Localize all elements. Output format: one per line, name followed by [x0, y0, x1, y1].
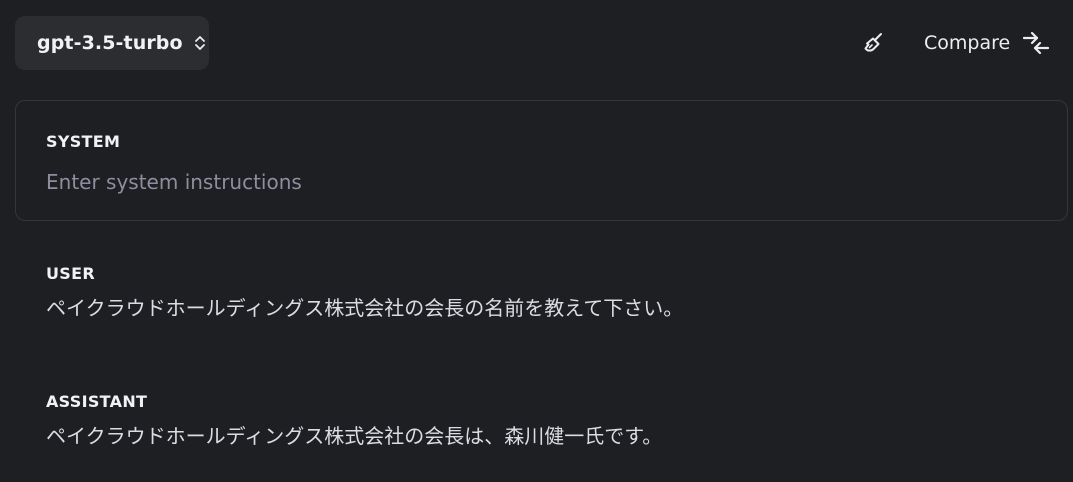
model-selector[interactable]: gpt-3.5-turbo	[15, 16, 209, 70]
chevron-up-down-icon	[194, 36, 205, 50]
user-message[interactable]: USER ペイクラウドホールディングス株式会社の会長の名前を教えて下さい。	[46, 264, 1046, 324]
user-message-content[interactable]: ペイクラウドホールディングス株式会社の会長の名前を教えて下さい。	[46, 292, 1046, 324]
compare-button[interactable]: Compare	[924, 26, 1050, 60]
top-toolbar: gpt-3.5-turbo Compare	[0, 0, 1073, 86]
broom-icon	[864, 33, 882, 52]
model-label: gpt-3.5-turbo	[37, 32, 183, 54]
system-instructions-input[interactable]	[46, 165, 1026, 199]
user-role-label[interactable]: USER	[46, 264, 1046, 284]
system-label: SYSTEM	[46, 132, 121, 151]
assistant-message[interactable]: ASSISTANT ペイクラウドホールディングス株式会社の会長は、森川健一氏です…	[46, 392, 1046, 452]
compare-arrows-icon	[1023, 31, 1050, 55]
clear-conversation-button[interactable]	[859, 28, 889, 58]
system-message-card[interactable]: SYSTEM	[15, 100, 1068, 221]
assistant-role-label[interactable]: ASSISTANT	[46, 392, 1046, 412]
compare-label: Compare	[924, 32, 1011, 54]
assistant-message-content[interactable]: ペイクラウドホールディングス株式会社の会長は、森川健一氏です。	[46, 420, 1046, 452]
